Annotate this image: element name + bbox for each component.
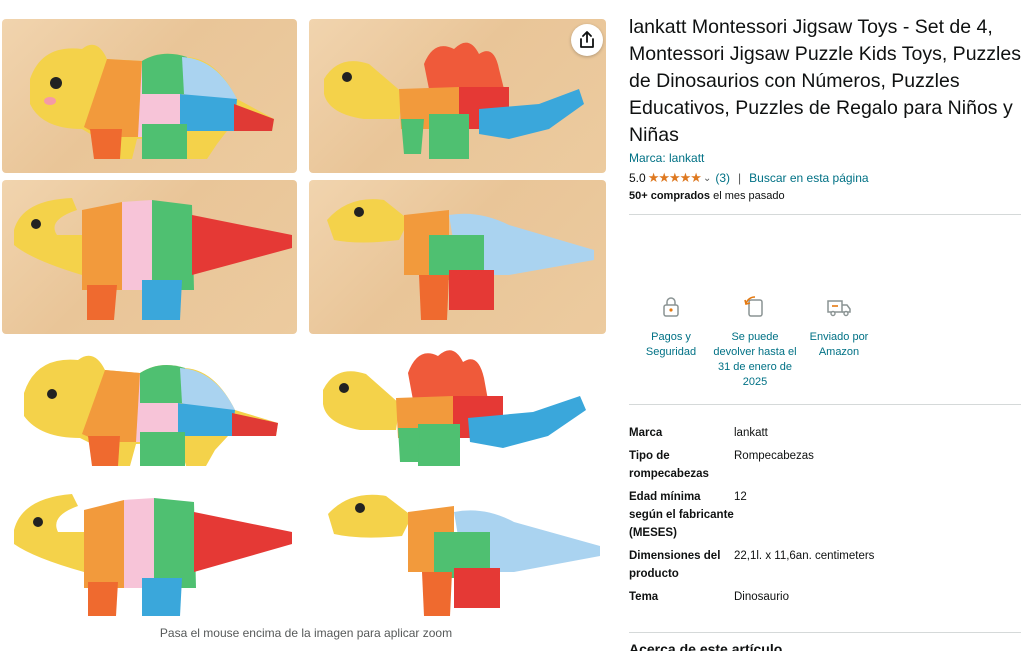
- gallery-thumb-parasaurolophus-white[interactable]: [10, 484, 300, 622]
- feature-badges: Pagos y Seguridad Se puede devolver hast…: [629, 292, 889, 390]
- spec-row-min-age: Edad mínima según el fabricante (MESES) …: [629, 488, 1021, 542]
- image-gallery: Pasa el mouse encima de la imagen para a…: [0, 0, 612, 651]
- about-item-heading: Acerca de este artículo: [629, 641, 783, 651]
- product-info: lankatt Montessori Jigsaw Toys - Set de …: [629, 14, 1021, 202]
- share-icon: [580, 31, 594, 48]
- brand-link[interactable]: Marca: lankatt: [629, 151, 1021, 165]
- spec-value: Dinosaurio: [734, 591, 789, 603]
- review-count-link[interactable]: (3): [715, 171, 730, 185]
- gallery-thumb-triceratops[interactable]: [2, 19, 297, 173]
- feature-label: Pagos y Seguridad: [645, 331, 697, 358]
- delivery-truck-icon: [824, 292, 854, 322]
- spec-key: Edad mínima según el fabricante (MESES): [629, 491, 734, 539]
- feature-secure-payment[interactable]: Pagos y Seguridad: [629, 292, 713, 390]
- product-title: lankatt Montessori Jigsaw Toys - Set de …: [629, 16, 1021, 146]
- spec-row-puzzle-type: Tipo de rompecabezas Rompecabezas: [629, 447, 1021, 483]
- gallery-thumb-triceratops-white[interactable]: [10, 338, 300, 478]
- trex-puzzle-image: [327, 199, 594, 320]
- feature-returnable[interactable]: Se puede devolver hasta el 31 de enero d…: [713, 292, 797, 390]
- spec-row-brand: Marca lankatt: [629, 424, 1021, 442]
- divider: |: [738, 171, 742, 185]
- return-box-icon: [740, 292, 770, 322]
- triceratops-puzzle-image: [30, 44, 274, 159]
- spec-row-dimensions: Dimensiones del producto 22,1l. x 11,6an…: [629, 547, 1021, 583]
- spec-value: lankatt: [734, 427, 768, 439]
- parasaurolophus-puzzle-image: [14, 494, 292, 616]
- chevron-down-icon[interactable]: ⌄: [703, 173, 711, 184]
- stegosaurus-puzzle-image: [323, 350, 586, 466]
- spec-value: Rompecabezas: [734, 450, 814, 462]
- spec-key: Dimensiones del producto: [629, 550, 721, 580]
- divider: [629, 404, 1021, 405]
- bought-count: 50+ comprados: [629, 190, 711, 202]
- zoom-hint: Pasa el mouse encima de la imagen para a…: [159, 626, 453, 640]
- search-page-link[interactable]: Buscar en esta página: [749, 171, 868, 185]
- feature-label: Se puede devolver hasta el 31 de enero d…: [713, 331, 797, 388]
- feature-shipped-by-amazon[interactable]: Enviado por Amazon: [797, 292, 881, 390]
- gallery-thumb-stegosaurus-white[interactable]: [318, 338, 608, 478]
- trex-puzzle-image: [328, 494, 600, 616]
- stegosaurus-puzzle-image: [324, 42, 584, 159]
- gallery-thumb-stegosaurus[interactable]: [309, 19, 606, 173]
- spec-key: Tipo de rompecabezas: [629, 450, 709, 480]
- gallery-thumb-parasaurolophus[interactable]: [2, 180, 297, 334]
- gallery-thumb-trex[interactable]: [309, 180, 606, 334]
- spec-value: 22,1l. x 11,6an. centimeters: [734, 550, 875, 562]
- bought-period: el mes pasado: [710, 190, 785, 202]
- star-rating-icon[interactable]: ★★★★★: [648, 170, 702, 186]
- bought-last-month: 50+ comprados el mes pasado: [629, 190, 1021, 202]
- feature-label: Enviado por Amazon: [809, 331, 869, 358]
- share-button[interactable]: [571, 24, 603, 56]
- spec-value: 12: [734, 491, 747, 503]
- divider: [629, 632, 1021, 633]
- spec-key: Marca: [629, 427, 663, 439]
- spec-row-theme: Tema Dinosaurio: [629, 588, 1021, 606]
- rating-row: 5.0 ★★★★★ ⌄ (3) | Buscar en esta página: [629, 170, 1021, 186]
- parasaurolophus-puzzle-image: [14, 198, 292, 320]
- gallery-thumb-trex-white[interactable]: [318, 484, 608, 622]
- spec-key: Tema: [629, 591, 659, 603]
- product-specs-table: Marca lankatt Tipo de rompecabezas Rompe…: [629, 424, 1021, 611]
- lock-card-icon: [656, 292, 686, 322]
- rating-value: 5.0: [629, 171, 646, 185]
- divider: [629, 214, 1021, 215]
- triceratops-puzzle-image: [24, 355, 278, 466]
